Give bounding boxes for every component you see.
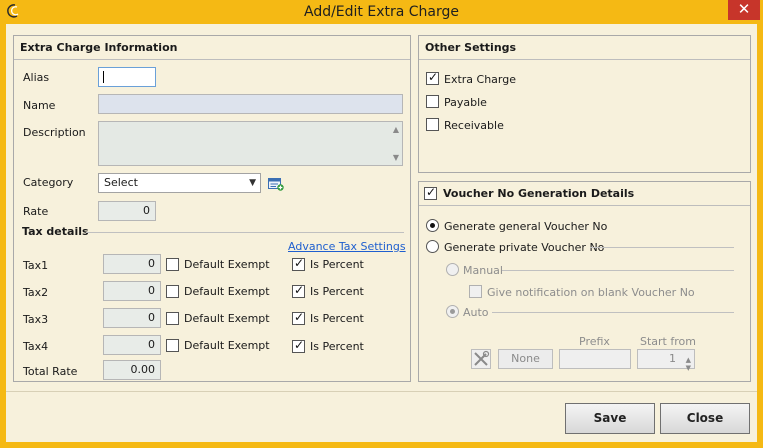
name-input[interactable] <box>98 94 403 114</box>
tax4-is-percent-checkbox[interactable] <box>292 338 305 353</box>
manual-divider <box>502 270 734 271</box>
private-voucher-divider <box>590 247 734 248</box>
tools-icon <box>474 350 490 366</box>
spin-down-icon[interactable]: ▼ <box>686 359 691 377</box>
prefix-input[interactable] <box>559 349 631 369</box>
add-category-icon[interactable] <box>268 177 284 191</box>
payable-label: Payable <box>444 96 487 109</box>
category-label: Category <box>23 176 74 189</box>
extra-charge-info-group: Extra Charge Information <box>13 35 411 382</box>
tax2-is-percent-label: Is Percent <box>310 285 364 298</box>
tax3-is-percent-checkbox[interactable] <box>292 310 305 325</box>
tax-details-divider <box>86 232 404 233</box>
tools-button[interactable] <box>471 349 491 369</box>
general-voucher-label: Generate general Voucher No <box>444 220 608 233</box>
scroll-up-icon[interactable]: ▲ <box>393 125 399 134</box>
name-label: Name <box>23 99 56 112</box>
extra-charge-label: Extra Charge <box>444 73 517 86</box>
tax3-label: Tax3 <box>23 313 49 326</box>
tax2-is-percent-checkbox[interactable] <box>292 283 305 298</box>
start-from-label: Start from <box>640 335 696 348</box>
notify-blank-voucher-label: Give notification on blank Voucher No <box>487 286 695 299</box>
alias-label: Alias <box>23 71 50 84</box>
close-button[interactable]: Close <box>660 403 750 434</box>
general-voucher-radio[interactable] <box>426 219 439 232</box>
total-rate-value: 0.00 <box>103 360 161 380</box>
description-label: Description <box>23 126 86 139</box>
auto-radio[interactable] <box>446 305 459 318</box>
tax2-default-exempt-checkbox[interactable] <box>166 285 179 298</box>
tax1-is-percent-label: Is Percent <box>310 258 364 271</box>
scroll-down-icon[interactable]: ▼ <box>393 153 399 162</box>
private-voucher-label: Generate private Voucher No <box>444 241 605 254</box>
chevron-down-icon: ▼ <box>249 178 256 188</box>
tax1-input[interactable]: 0 <box>103 254 161 274</box>
tax3-is-percent-label: Is Percent <box>310 312 364 325</box>
tax1-default-exempt-checkbox[interactable] <box>166 258 179 271</box>
category-select[interactable]: Select ▼ <box>98 173 261 193</box>
alias-input[interactable] <box>98 67 156 87</box>
tax1-is-percent-checkbox[interactable] <box>292 256 305 271</box>
voucher-group-checkbox[interactable] <box>424 185 437 200</box>
other-settings-title: Other Settings <box>419 36 750 60</box>
prefix-label: Prefix <box>579 335 610 348</box>
notify-blank-voucher-checkbox[interactable] <box>469 285 482 298</box>
save-button[interactable]: Save <box>565 403 655 434</box>
tax2-input[interactable]: 0 <box>103 281 161 301</box>
start-from-value: 1 <box>669 352 676 365</box>
footer-divider <box>6 391 757 392</box>
rate-input[interactable]: 0 <box>98 201 156 221</box>
tax-details-label: Tax details <box>22 225 89 238</box>
manual-label: Manual <box>463 264 503 277</box>
tax4-is-percent-label: Is Percent <box>310 340 364 353</box>
extra-charge-info-title: Extra Charge Information <box>14 36 410 60</box>
none-button[interactable]: None <box>498 349 553 369</box>
auto-label: Auto <box>463 306 489 319</box>
tax4-default-exempt-label: Default Exempt <box>184 339 270 352</box>
start-from-spinner[interactable]: 1 ▲ ▼ <box>637 349 695 372</box>
tax2-label: Tax2 <box>23 286 49 299</box>
tax4-default-exempt-checkbox[interactable] <box>166 339 179 352</box>
advance-tax-settings-link[interactable]: Advance Tax Settings <box>288 240 406 253</box>
payable-checkbox[interactable] <box>426 95 439 108</box>
private-voucher-radio[interactable] <box>426 240 439 253</box>
tax4-input[interactable]: 0 <box>103 335 161 355</box>
window-title: Add/Edit Extra Charge <box>303 4 460 20</box>
tax3-default-exempt-checkbox[interactable] <box>166 312 179 325</box>
receivable-label: Receivable <box>444 119 504 132</box>
tax3-default-exempt-label: Default Exempt <box>184 312 270 325</box>
manual-radio[interactable] <box>446 263 459 276</box>
tax2-default-exempt-label: Default Exempt <box>184 285 270 298</box>
tax1-default-exempt-label: Default Exempt <box>184 258 270 271</box>
receivable-checkbox[interactable] <box>426 118 439 131</box>
rate-label: Rate <box>23 205 49 218</box>
description-textarea[interactable]: ▲ ▼ <box>98 121 403 166</box>
tax3-input[interactable]: 0 <box>103 308 161 328</box>
voucher-group-title: Voucher No Generation Details <box>419 182 750 206</box>
category-select-value: Select <box>104 176 138 189</box>
total-rate-label: Total Rate <box>23 365 78 378</box>
tax4-label: Tax4 <box>23 340 49 353</box>
extra-charge-checkbox[interactable] <box>426 70 439 85</box>
tax1-label: Tax1 <box>23 259 49 272</box>
auto-divider <box>492 312 734 313</box>
window-close-button[interactable]: ✕ <box>728 0 760 20</box>
